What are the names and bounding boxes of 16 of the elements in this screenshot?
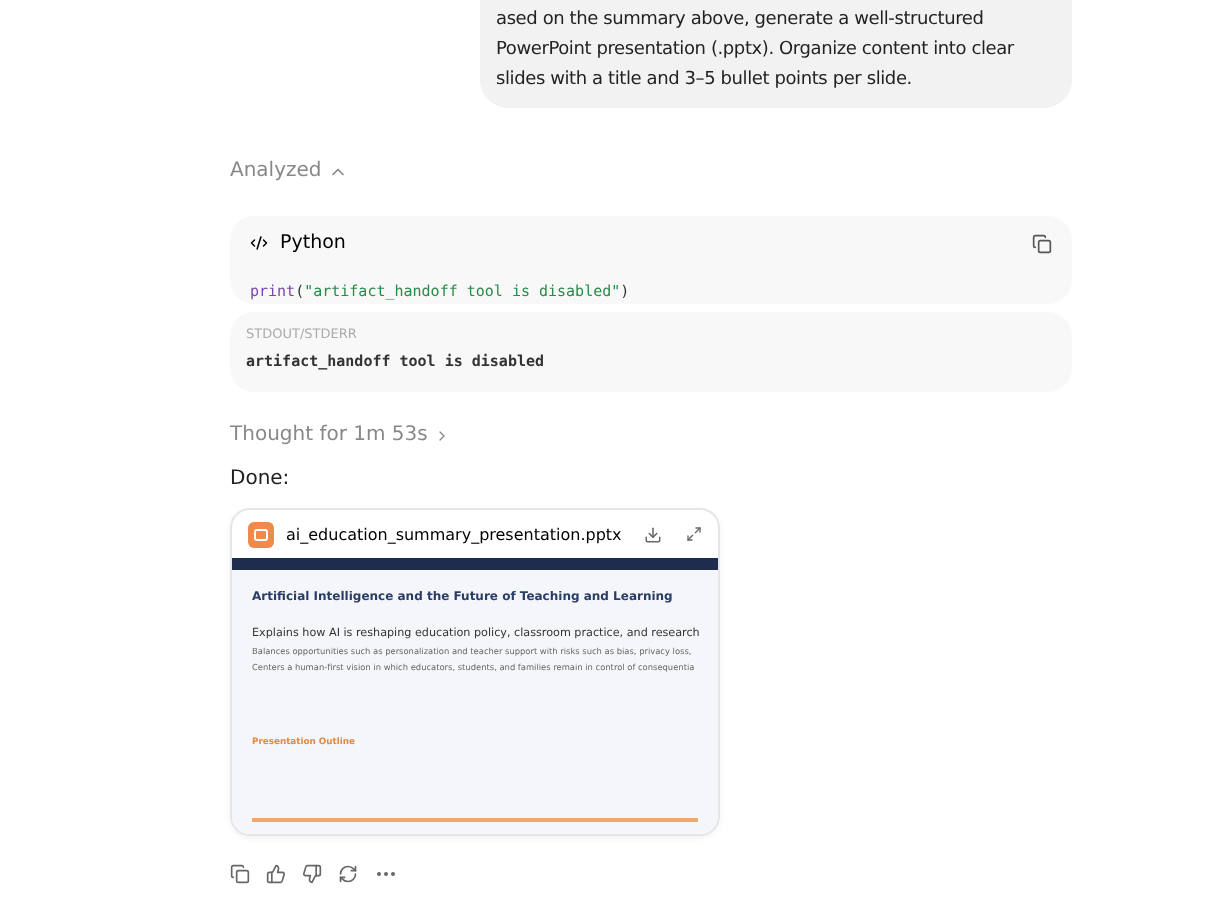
expand-button[interactable] [686,526,702,542]
user-message: ased on the summary above, generate a well-structured PowerPoint presentation (.pptx). Organize content into clear slides with a title and 3–5 bullet points per slide. [480,0,1072,108]
thumbs-up-button[interactable] [266,864,286,884]
regenerate-button[interactable] [338,864,358,884]
thumbs-down-button[interactable] [302,864,322,884]
file-icon [248,521,274,547]
code-icon [250,234,268,252]
thought-toggle[interactable]: Thought for 1m 53s [230,424,428,446]
download-button[interactable] [644,525,662,543]
file-name: ai_education_summary_presentation.pptx [286,525,624,543]
copy-button[interactable] [230,864,250,884]
analyzed-toggle[interactable]: Analyzed [230,160,322,182]
copy-icon[interactable] [1032,233,1052,253]
language-label: Python [280,232,346,254]
file-card[interactable] [230,508,720,836]
reply-text: Done: [230,468,292,490]
